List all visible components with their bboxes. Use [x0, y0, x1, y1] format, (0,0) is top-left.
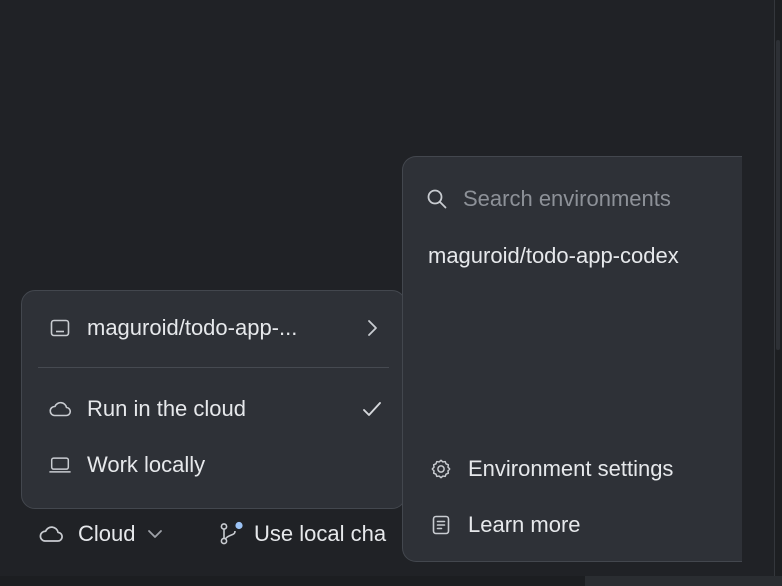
environment-search[interactable]	[403, 179, 742, 219]
cloud-mode-label: Cloud	[78, 521, 136, 546]
cloud-mode-dropdown[interactable]: Cloud	[38, 516, 163, 552]
chevron-right-icon	[361, 317, 383, 339]
gear-icon	[429, 457, 453, 481]
environment-mode-menu: maguroid/todo-app-... Run in the cloud W…	[21, 290, 406, 509]
environment-settings-item[interactable]: Environment settings	[403, 447, 742, 491]
learn-more-label: Learn more	[468, 512, 581, 537]
environments-panel: maguroid/todo-app-codex Environment sett…	[402, 156, 742, 562]
environment-item[interactable]: maguroid/todo-app-codex	[428, 243, 679, 269]
document-icon	[429, 513, 453, 537]
menu-item-repository[interactable]: maguroid/todo-app-...	[22, 306, 405, 350]
cloud-icon	[48, 397, 72, 421]
git-branch-icon	[218, 521, 244, 547]
scrollbar-thumb[interactable]	[776, 40, 780, 350]
laptop-icon	[48, 453, 72, 477]
menu-divider	[38, 367, 389, 368]
laptop-screen-icon	[48, 316, 72, 340]
bottom-bar	[0, 576, 782, 586]
environment-settings-label: Environment settings	[468, 456, 674, 481]
use-local-changes-label: Use local cha	[254, 521, 387, 546]
check-icon	[361, 398, 383, 420]
bottom-bar-segment	[585, 576, 782, 586]
use-local-changes-button[interactable]: Use local cha	[218, 516, 402, 552]
run-in-cloud-label: Run in the cloud	[87, 396, 246, 421]
search-icon	[425, 187, 449, 211]
menu-item-run-in-cloud[interactable]: Run in the cloud	[22, 387, 405, 431]
cloud-icon	[38, 524, 64, 544]
search-environments-input[interactable]	[463, 183, 733, 215]
work-locally-label: Work locally	[87, 452, 206, 477]
learn-more-item[interactable]: Learn more	[403, 503, 742, 547]
chevron-down-icon	[147, 528, 163, 540]
scrollbar-track[interactable]	[774, 0, 782, 586]
repository-label: maguroid/todo-app-...	[87, 315, 298, 340]
menu-item-work-locally[interactable]: Work locally	[22, 443, 405, 487]
